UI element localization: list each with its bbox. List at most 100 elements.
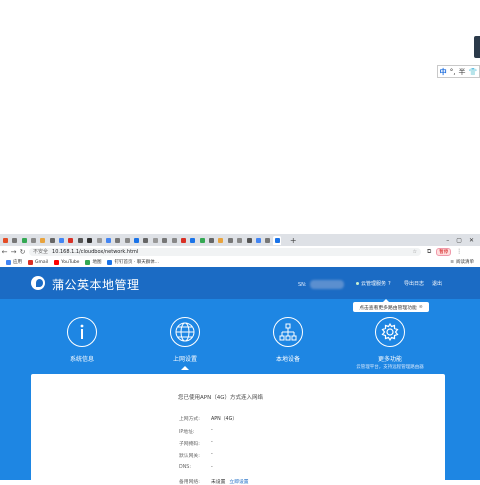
info-key: 子网掩码: (179, 442, 200, 447)
ime-skin-icon[interactable]: 👕 (469, 68, 478, 76)
browser-tab[interactable] (1, 236, 9, 245)
browser-tab[interactable] (273, 235, 282, 245)
setup-now-link[interactable]: 立即设置 (229, 478, 248, 485)
bookmark-item[interactable]: Gmail (28, 259, 48, 265)
browser-tab[interactable] (29, 236, 37, 245)
info-row: 备用网络: 未设置 立即设置 (179, 478, 249, 485)
bookmark-label: YouTube (61, 259, 80, 265)
app-title: 蒲公英本地管理 (52, 278, 140, 292)
browser-tab[interactable] (104, 236, 112, 245)
info-icon (67, 317, 97, 347)
ime-width-indicator[interactable]: 半 (459, 67, 466, 77)
browser-tab[interactable] (20, 236, 28, 245)
browser-tab[interactable] (11, 236, 19, 245)
browser-tab[interactable] (207, 236, 215, 245)
cloud-service-link[interactable]: 云管理服务 ? (356, 280, 391, 287)
browser-tab[interactable] (114, 236, 122, 245)
browser-tab[interactable] (264, 236, 272, 245)
tab-favicon-icon (96, 237, 102, 243)
browser-tab[interactable] (67, 236, 75, 245)
nav-local-devices[interactable]: 本地设备 (258, 317, 318, 363)
address-bar[interactable]: 不安全 10.168.1.1/cloudbox/network.html ☆ (29, 247, 421, 256)
browser-tab[interactable] (95, 236, 103, 245)
info-value: - (211, 465, 213, 470)
tab-favicon-icon (237, 237, 243, 243)
info-key: 上网方式: (179, 417, 200, 422)
info-row: 子网掩码: - (179, 440, 213, 447)
forward-icon[interactable]: → (9, 248, 18, 256)
browser-tab[interactable] (57, 236, 65, 245)
reading-list-button[interactable]: ≡ 阅读清单 (450, 259, 474, 266)
url-text[interactable]: 10.168.1.1/cloudbox/network.html (52, 249, 138, 255)
minimize-icon[interactable]: – (446, 237, 449, 244)
nav-network-settings[interactable]: 上网设置 (155, 317, 215, 370)
bookmark-item[interactable]: 应用 (6, 259, 22, 265)
browser-tab[interactable] (254, 236, 262, 245)
extension-icon[interactable]: ⧉ (427, 248, 431, 256)
browser-tab[interactable] (189, 236, 197, 245)
network-tree-icon (273, 317, 303, 347)
browser-tab[interactable] (179, 236, 187, 245)
back-icon[interactable]: ← (0, 248, 9, 256)
browser-tab[interactable] (86, 236, 94, 245)
maximize-icon[interactable]: ▢ (456, 237, 462, 244)
browser-tab[interactable] (132, 236, 140, 245)
browser-tab[interactable] (39, 236, 47, 245)
info-value: - (211, 440, 213, 445)
tab-favicon-icon (77, 237, 83, 243)
tab-favicon-icon (180, 237, 186, 243)
bookmark-star-icon[interactable]: ☆ (413, 249, 417, 255)
bookmark-favicon-icon (107, 259, 113, 265)
pause-sync-button[interactable]: 暂停 (436, 247, 452, 256)
info-key: 默认网关: (179, 454, 200, 459)
bookmark-item[interactable]: 地图 (85, 259, 101, 265)
tooltip-close-icon[interactable]: ⊗ (419, 305, 423, 310)
nav-system-info[interactable]: 系统信息 (52, 317, 112, 363)
browser-tab[interactable] (245, 236, 253, 245)
nav-label: 上网设置 (172, 356, 197, 363)
reload-icon[interactable]: ↻ (18, 248, 27, 256)
menu-icon[interactable]: ⋮ (456, 248, 462, 255)
browser-tab[interactable] (170, 236, 178, 245)
tab-favicon-icon (105, 237, 111, 243)
nav-sublabel: 云管理平台，支持远程管理路由器 (356, 365, 424, 370)
tooltip-text: 点击查看更多路由管理功能 (359, 305, 417, 311)
ime-mode-indicator[interactable]: 中 (440, 67, 447, 77)
tab-favicon-icon (143, 237, 149, 243)
tab-favicon-icon (209, 237, 215, 243)
info-row: 上网方式: APN（4G） (179, 415, 237, 422)
tab-favicon-icon (21, 237, 27, 243)
browser-tab[interactable] (76, 236, 84, 245)
ime-punct-indicator[interactable]: °, (450, 68, 456, 76)
info-row: DNS: - (179, 465, 213, 470)
new-tab-button[interactable]: + (289, 236, 297, 245)
gear-icon (375, 317, 405, 347)
tab-favicon-icon (190, 237, 196, 243)
bookmark-item[interactable]: YouTube (54, 259, 79, 265)
browser-tab[interactable] (123, 236, 131, 245)
export-log-button[interactable]: 导出日志 (404, 280, 424, 287)
bookmark-favicon-icon (28, 259, 33, 265)
security-indicator[interactable]: 不安全 (33, 248, 48, 255)
bookmark-item[interactable]: 钉钉首页 · 聊天群体... (107, 259, 159, 265)
nav-label: 系统信息 (69, 356, 94, 363)
ime-toolbar[interactable]: 中 °, 半 👕 (437, 65, 480, 78)
browser-tab[interactable] (48, 236, 56, 245)
browser-tab[interactable] (226, 236, 234, 245)
help-icon[interactable]: ? (388, 281, 391, 287)
router-admin-page: 蒲公英本地管理 SN: 云管理服务 ? 导出日志 退出 点击查看更多路由管理功能… (0, 267, 480, 485)
nav-more-features[interactable]: 更多功能 云管理平台，支持远程管理路由器 (356, 317, 424, 370)
browser-tab[interactable] (236, 236, 244, 245)
tab-favicon-icon (265, 237, 271, 243)
browser-tab[interactable] (151, 236, 159, 245)
browser-tab[interactable] (217, 236, 225, 245)
side-panel-handle[interactable] (474, 36, 480, 58)
network-status-panel: 您已使用APN（4G）方式连入网络 上网方式: APN（4G） IP地址: - 子网掩码… (31, 374, 445, 485)
browser-tab[interactable] (142, 236, 150, 245)
logout-button[interactable]: 退出 (432, 280, 442, 287)
browser-tab[interactable] (161, 236, 169, 245)
tab-favicon-icon (68, 237, 74, 243)
browser-tab[interactable] (198, 236, 206, 245)
info-value: - (211, 428, 213, 433)
close-window-icon[interactable]: ✕ (469, 237, 474, 244)
